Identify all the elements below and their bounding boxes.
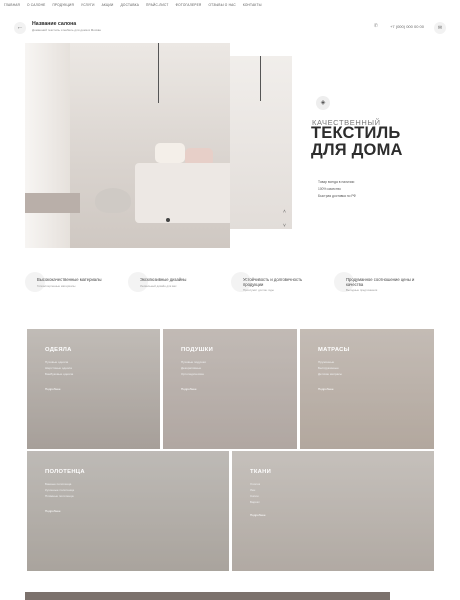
nav-item[interactable]: Доставка <box>121 3 140 13</box>
card-more-link[interactable]: Подробнее <box>318 387 334 391</box>
card-title: ПОДУШКИ <box>181 347 214 353</box>
card-list-item[interactable]: Ортопедические <box>181 371 206 377</box>
top-nav: Главная О салоне Продукция Услуги Акции … <box>4 3 456 13</box>
benefit-title: Эксклюзивные дизайны <box>140 277 187 282</box>
card-list: Пружинные Беспружинные Детские матрасы <box>318 359 342 377</box>
card-list-item[interactable]: Бамбуковые одеяла <box>45 371 73 377</box>
benefit-item: Высококачественные материалы Гипоаллерге… <box>25 270 120 298</box>
nav-item[interactable]: Контакты <box>243 3 262 13</box>
category-card-towels[interactable]: ПОЛОТЕНЦА Банные полотенца Кухонные поло… <box>27 451 229 571</box>
nav-item[interactable]: О салоне <box>27 3 45 13</box>
card-more-link[interactable]: Подробнее <box>45 509 61 513</box>
card-list-item[interactable]: Пляжные полотенца <box>45 493 74 499</box>
card-list: Хлопок Лен Сатин Бархат <box>250 481 260 505</box>
card-more-link[interactable]: Подробнее <box>250 513 266 517</box>
benefit-item: Эксклюзивные дизайны Уникальный дизайн д… <box>128 270 223 298</box>
header: ← Название салона Домашний текстиль и ме… <box>14 18 446 40</box>
hero-image <box>25 43 230 248</box>
benefit-sub: Уникальный дизайн для вас <box>140 284 177 288</box>
hero-title-line: ТЕКСТИЛЬ <box>311 124 401 142</box>
card-list: Банные полотенца Кухонные полотенца Пляж… <box>45 481 74 499</box>
card-title: ТКАНИ <box>250 469 272 475</box>
pouf-shape <box>95 188 131 213</box>
fabric-icon: ◈ <box>316 96 330 110</box>
benefit-item: Продуманное соотношение цены и качества … <box>334 270 434 298</box>
card-title: МАТРАСЫ <box>318 347 350 353</box>
category-card-fabrics[interactable]: ТКАНИ Хлопок Лен Сатин Бархат Подробнее <box>232 451 434 571</box>
card-more-link[interactable]: Подробнее <box>45 387 61 391</box>
nav-item[interactable]: Фотогалерея <box>176 3 202 13</box>
category-card-mattresses[interactable]: МАТРАСЫ Пружинные Беспружинные Детские м… <box>300 329 434 449</box>
arrow-down-icon[interactable]: ˅ <box>283 219 286 233</box>
slider-dot[interactable] <box>166 218 170 222</box>
arrow-left-icon[interactable]: ← <box>14 22 26 34</box>
benefit-circle <box>25 272 45 292</box>
benefit-circle <box>128 272 148 292</box>
nav-item[interactable]: Отзывы о нас <box>208 3 235 13</box>
window-curtain <box>25 43 70 248</box>
nav-item[interactable]: Главная <box>4 3 20 13</box>
benefit-sub: Гипоаллергенные материалы <box>37 284 76 288</box>
slider-arrows: ˄ ˅ <box>283 205 286 233</box>
site-subtitle: Домашний текстиль и мебель для дома в Мо… <box>32 28 101 32</box>
card-list: Пуховые одеяла Шерстяные одеяла Бамбуков… <box>45 359 73 377</box>
hero-feature: Быстрая доставка по РФ <box>318 194 356 198</box>
card-list-item[interactable]: Детские матрасы <box>318 371 342 377</box>
benefit-item: Устойчивость и долговечность продукции П… <box>231 270 326 298</box>
card-more-link[interactable]: Подробнее <box>181 387 197 391</box>
hero-title: ТЕКСТИЛЬ ДЛЯ ДОМА <box>311 125 403 159</box>
pillow-shape <box>155 143 185 163</box>
footer-strip <box>25 592 390 600</box>
nav-item[interactable]: Продукция <box>52 3 74 13</box>
category-card-pillows[interactable]: ПОДУШКИ Пуховые подушки Декоративные Орт… <box>163 329 297 449</box>
card-list-item[interactable]: Бархат <box>250 499 260 505</box>
benefits-row: Высококачественные материалы Гипоаллерге… <box>25 270 435 298</box>
pendant-lamp <box>260 56 261 101</box>
card-title: ОДЕЯЛА <box>45 347 72 353</box>
bench-shape <box>25 193 80 213</box>
arrow-up-icon[interactable]: ˄ <box>283 205 286 219</box>
phone-icon: ✆ <box>373 23 378 29</box>
category-card-blankets[interactable]: ОДЕЯЛА Пуховые одеяла Шерстяные одеяла Б… <box>27 329 160 449</box>
benefit-title: Высококачественные материалы <box>37 277 102 282</box>
nav-item[interactable]: Прайс-лист <box>146 3 169 13</box>
nav-item[interactable]: Акции <box>102 3 114 13</box>
hero-image-extension <box>230 56 292 229</box>
hero-title-line: ДЛЯ ДОМА <box>311 141 403 159</box>
chat-icon[interactable]: ✉ <box>434 22 446 34</box>
bed-shape <box>135 163 230 223</box>
phone-number[interactable]: +7 (000) 000 00 00 <box>390 24 424 29</box>
card-title: ПОЛОТЕНЦА <box>45 469 85 475</box>
nav-item[interactable]: Услуги <box>81 3 95 13</box>
hero-feature: 100% качество <box>318 187 341 191</box>
benefit-title: Продуманное соотношение цены и качества <box>346 277 415 287</box>
hero-feature: Товар всегда в наличии <box>318 180 355 184</box>
pendant-lamp <box>158 43 159 103</box>
card-list: Пуховые подушки Декоративные Ортопедичес… <box>181 359 206 377</box>
benefit-sub: Выгодные предложения <box>346 288 378 292</box>
site-title[interactable]: Название салона <box>32 21 76 27</box>
benefit-title: Устойчивость и долговечность продукции <box>243 277 303 287</box>
benefit-sub: Прослужит долгие годы <box>243 288 274 292</box>
